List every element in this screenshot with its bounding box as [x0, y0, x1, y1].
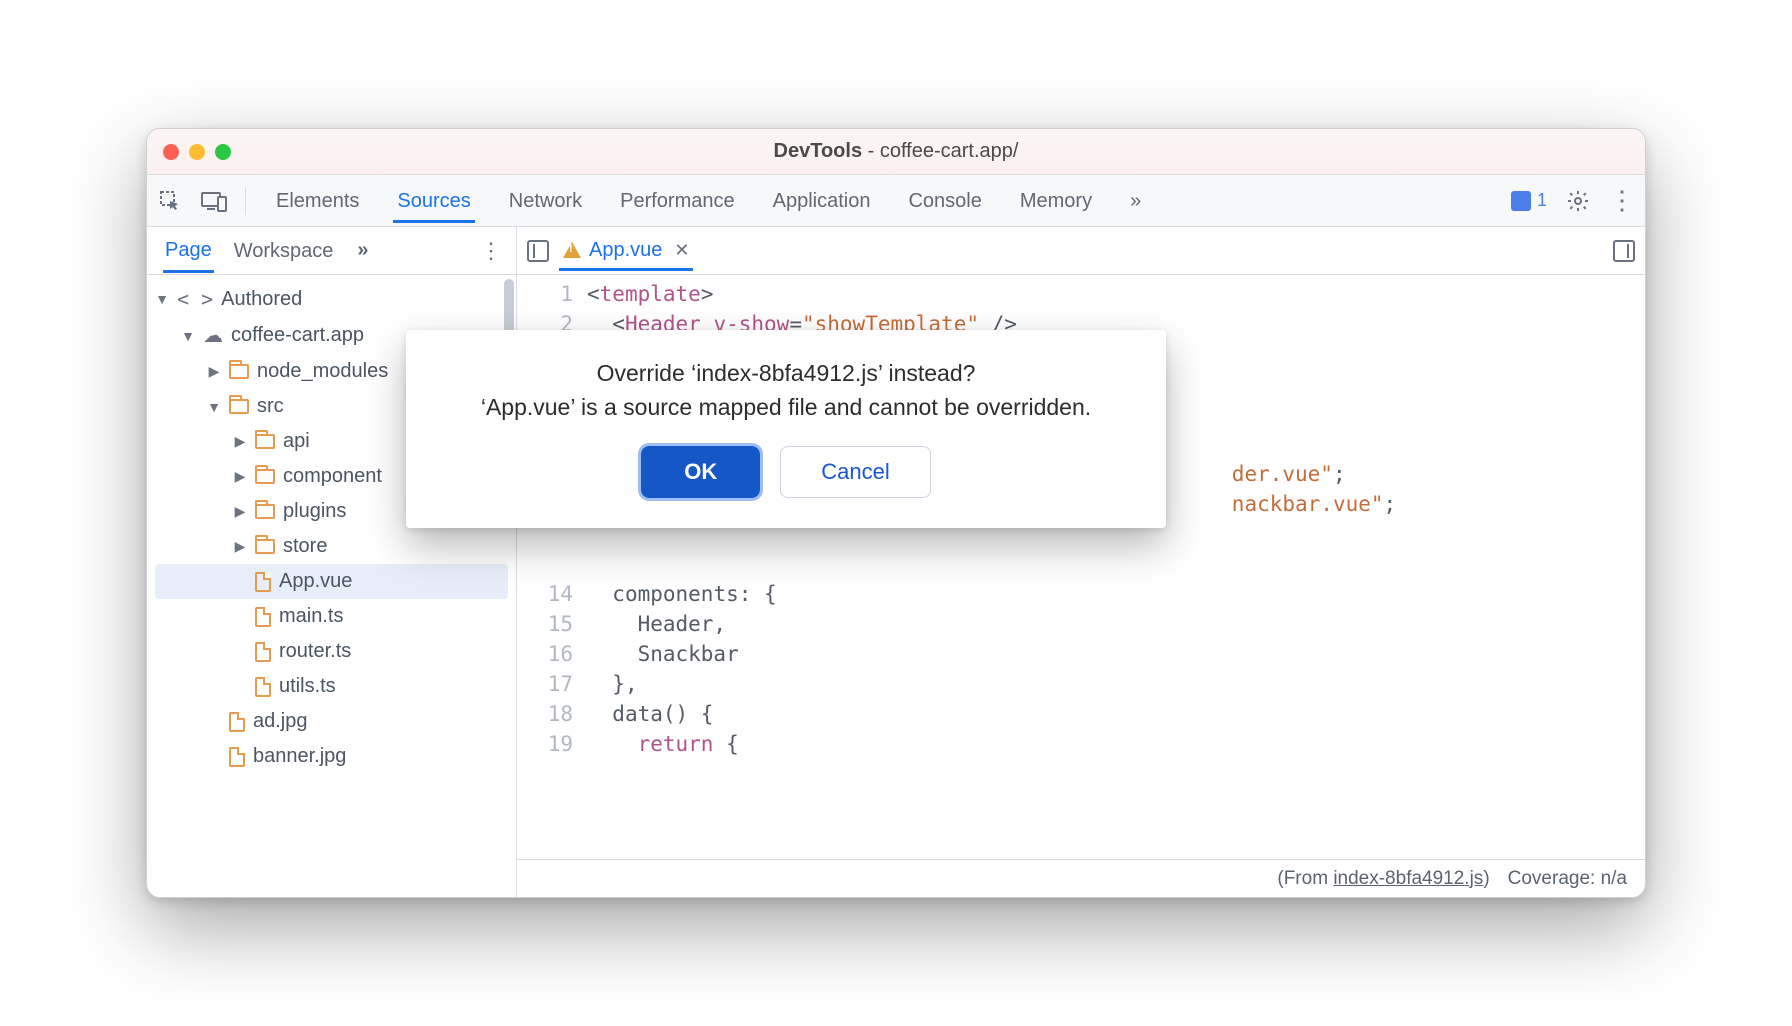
folder-icon — [255, 469, 275, 484]
main-toolbar: Elements Sources Network Performance App… — [147, 175, 1645, 227]
more-menu-icon[interactable]: ⋮ — [1609, 188, 1635, 214]
devtools-window: DevTools - coffee-cart.app/ Elements Sou… — [146, 128, 1646, 898]
inspect-icon[interactable] — [157, 188, 183, 214]
tree-file-main-ts[interactable]: main.ts — [147, 599, 516, 634]
device-toggle-icon[interactable] — [201, 188, 227, 214]
tabs-overflow-button[interactable]: » — [1126, 178, 1145, 223]
tab-performance[interactable]: Performance — [616, 178, 739, 223]
disclosure-icon: ▼ — [207, 399, 221, 415]
tree-file-utils-ts[interactable]: utils.ts — [147, 669, 516, 704]
disclosure-icon: ▼ — [181, 328, 195, 344]
tree-file-router-ts[interactable]: router.ts — [147, 634, 516, 669]
tree-file-app-vue[interactable]: App.vue — [155, 564, 508, 599]
dialog-message: Override ‘index-8bfa4912.js’ instead? ‘A… — [436, 356, 1136, 424]
disclosure-icon: ▼ — [155, 291, 169, 307]
tab-memory[interactable]: Memory — [1016, 178, 1096, 223]
status-coverage: Coverage: n/a — [1508, 868, 1627, 890]
tab-elements[interactable]: Elements — [272, 178, 363, 223]
disclosure-icon: ▶ — [207, 363, 221, 380]
navigator-tab-workspace[interactable]: Workspace — [232, 230, 336, 271]
status-sourcemap: (From index-8bfa4912.js) — [1277, 868, 1489, 890]
panel-tabs: Elements Sources Network Performance App… — [272, 178, 1145, 223]
settings-icon[interactable] — [1565, 188, 1591, 214]
tab-application[interactable]: Application — [769, 178, 875, 223]
warning-icon — [563, 242, 581, 258]
file-tab-app-vue[interactable]: App.vue ✕ — [559, 231, 693, 271]
ok-button[interactable]: OK — [641, 446, 760, 498]
window-title: DevTools - coffee-cart.app/ — [147, 140, 1645, 163]
folder-icon — [229, 364, 249, 379]
file-icon — [255, 677, 271, 697]
tree-folder-store[interactable]: ▶store — [147, 529, 516, 564]
tab-network[interactable]: Network — [505, 178, 586, 223]
file-tab-label: App.vue — [589, 239, 662, 262]
tree-file-ad-jpg[interactable]: ad.jpg — [147, 704, 516, 739]
toggle-debugger-icon[interactable] — [1613, 240, 1635, 262]
navigator-tab-page[interactable]: Page — [163, 229, 214, 273]
file-icon — [255, 572, 271, 592]
cloud-icon: ☁ — [203, 323, 223, 348]
tab-console[interactable]: Console — [904, 178, 985, 223]
sourcemap-link[interactable]: index-8bfa4912.js — [1333, 868, 1483, 889]
issues-icon — [1511, 191, 1531, 211]
file-icon — [255, 642, 271, 662]
close-tab-icon[interactable]: ✕ — [674, 240, 689, 261]
navigator-overflow-button[interactable]: » — [357, 239, 366, 262]
authored-icon: < > — [177, 287, 213, 311]
tree-file-banner-jpg[interactable]: banner.jpg — [147, 739, 516, 774]
tab-sources[interactable]: Sources — [393, 178, 474, 223]
toggle-navigator-icon[interactable] — [527, 240, 549, 262]
issues-button[interactable]: 1 — [1511, 190, 1547, 211]
sources-subtoolbar: Page Workspace » ⋮ App.vue ✕ — [147, 227, 1645, 275]
file-icon — [255, 607, 271, 627]
override-dialog: Override ‘index-8bfa4912.js’ instead? ‘A… — [406, 330, 1166, 528]
editor-tabs: App.vue ✕ — [517, 227, 1645, 274]
folder-icon — [255, 504, 275, 519]
file-icon — [229, 747, 245, 767]
titlebar: DevTools - coffee-cart.app/ — [147, 129, 1645, 175]
editor-statusbar: (From index-8bfa4912.js) Coverage: n/a — [517, 859, 1645, 897]
folder-icon — [255, 434, 275, 449]
folder-icon — [255, 539, 275, 554]
navigator-menu-icon[interactable]: ⋮ — [480, 238, 502, 264]
navigator-tabs: Page Workspace » ⋮ — [147, 227, 517, 274]
folder-icon — [229, 399, 249, 414]
file-icon — [229, 712, 245, 732]
tree-group-authored[interactable]: ▼ < > Authored — [147, 281, 516, 317]
cancel-button[interactable]: Cancel — [780, 446, 930, 498]
